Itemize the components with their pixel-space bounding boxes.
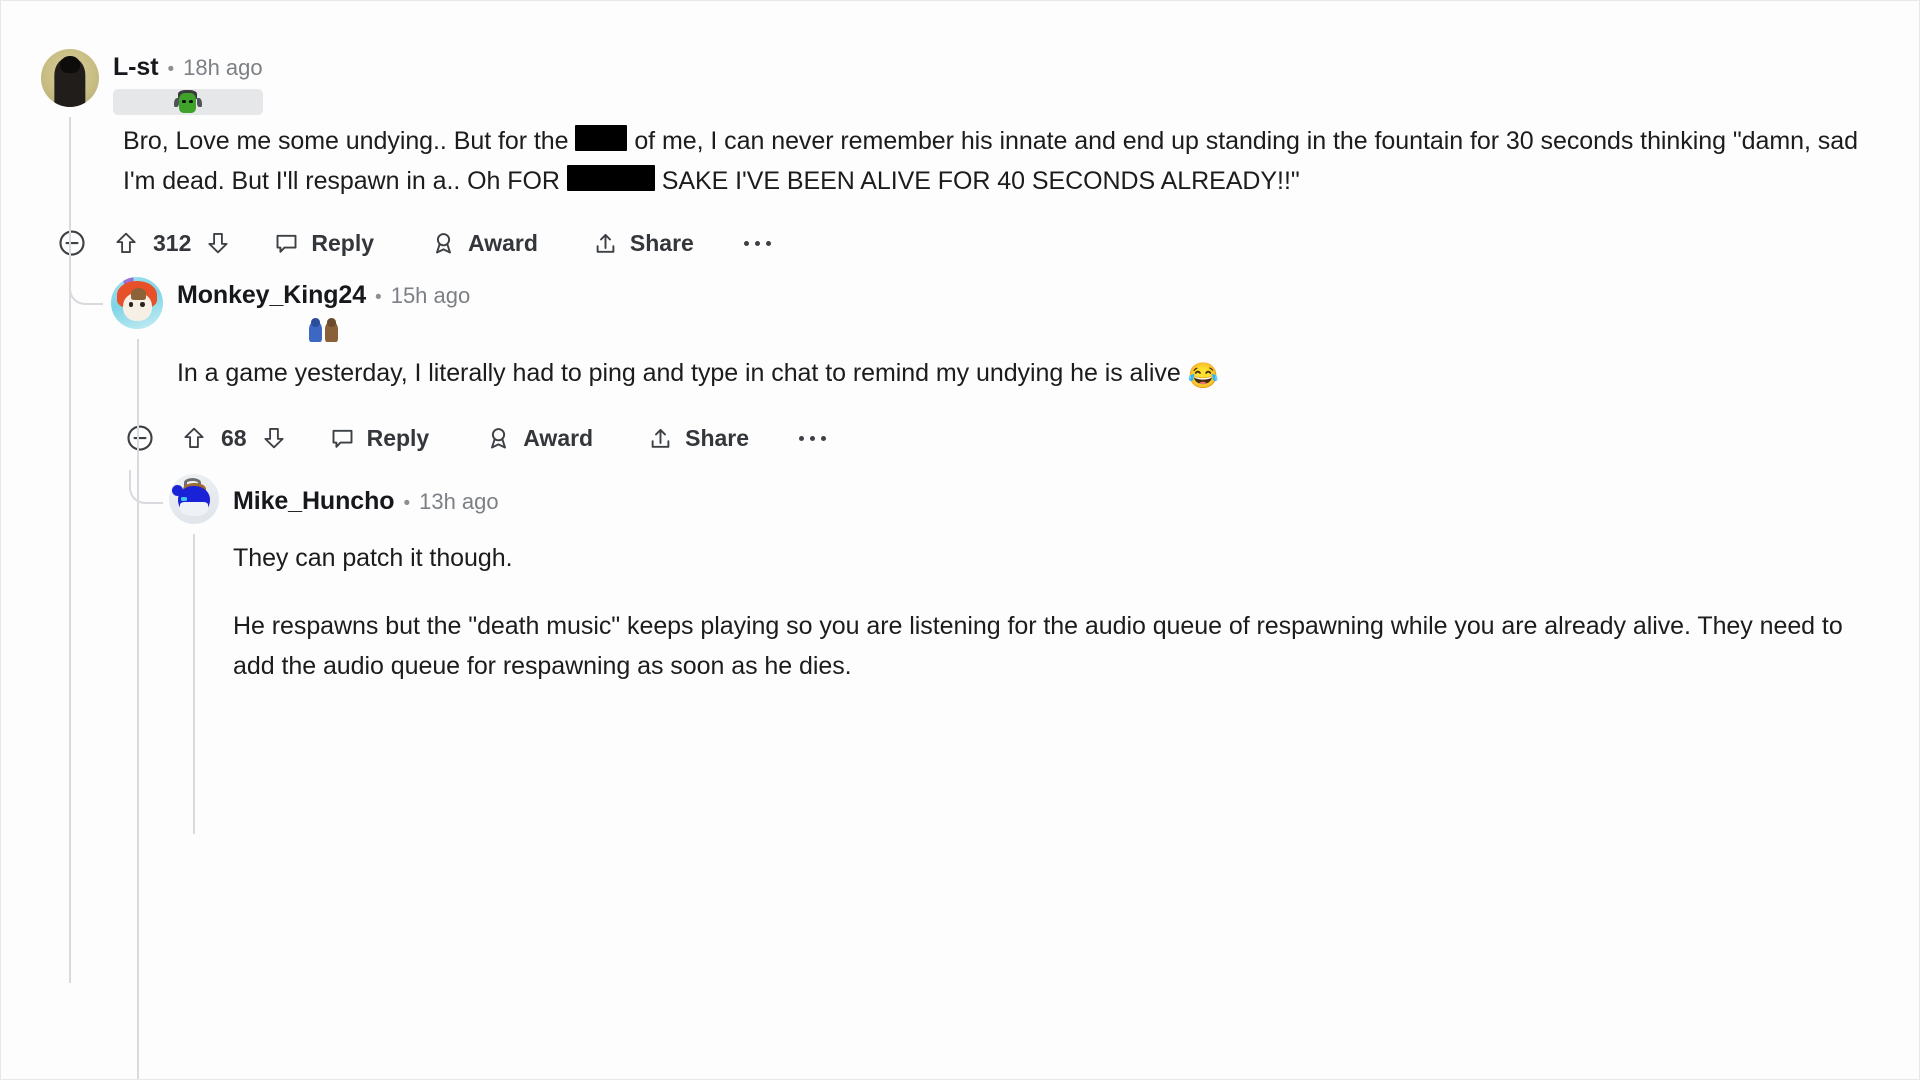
avatar[interactable]: [41, 49, 99, 107]
vote-group: 312: [113, 230, 231, 257]
avatar-hood-shape: [60, 55, 80, 74]
vote-score: 68: [221, 424, 247, 451]
thread-curve-level-3: [129, 470, 163, 504]
comment-header: Mike_Huncho • 13h ago: [169, 474, 1891, 524]
comment-action-bar: 312 Reply Award Share: [57, 217, 1891, 269]
share-label: Share: [629, 229, 694, 256]
meta-separator: •: [403, 492, 411, 514]
redaction-bar: [566, 165, 655, 191]
share-button[interactable]: Share: [647, 425, 749, 452]
avatar-eye-right: [140, 301, 145, 307]
upvote-arrow-icon[interactable]: [113, 230, 139, 256]
share-upload-icon: [592, 230, 619, 257]
award-ribbon-icon: [485, 425, 512, 452]
reply-bubble-icon: [273, 230, 300, 257]
upvote-arrow-icon[interactable]: [181, 425, 207, 451]
comment-mike-huncho: Mike_Huncho • 13h ago They can patch it …: [129, 470, 1891, 834]
comment-timestamp: 13h ago: [419, 488, 499, 514]
collapse-minus-icon[interactable]: [125, 423, 155, 453]
comment-paragraph: In a game yesterday, I literally had to …: [177, 359, 1219, 390]
duo-characters-flair-icon: [177, 317, 470, 343]
more-options-icon[interactable]: [795, 430, 830, 447]
comment-author-username[interactable]: Mike_Huncho: [233, 486, 395, 516]
comment-monkey-king24: Monkey_King24 • 15h ago In a game yester…: [69, 271, 1891, 1079]
reply-button[interactable]: Reply: [273, 230, 374, 257]
avatar-mask-shape: [180, 502, 208, 516]
vote-score: 312: [153, 229, 192, 256]
comment-meta: Mike_Huncho • 13h ago: [233, 483, 499, 516]
avatar-eye-left: [128, 301, 134, 307]
comment-header: L-st • 18h ago: [41, 49, 1891, 115]
award-button[interactable]: Award: [430, 230, 538, 257]
comment-paragraph: He respawns but the "death music" keeps …: [233, 612, 1843, 680]
comment-tree: L-st • 18h ago Bro, Love me some undying…: [41, 49, 1891, 1079]
laughing-emoji: 😂: [1187, 362, 1219, 390]
comment-header: Monkey_King24 • 15h ago: [111, 277, 1891, 343]
collapse-minus-icon[interactable]: [57, 228, 87, 258]
avatar[interactable]: [169, 474, 219, 524]
reply-label: Reply: [311, 229, 375, 256]
comment-paragraph: Bro, Love me some undying.. But for the …: [123, 125, 1858, 195]
thread-curve-level-2: [69, 271, 103, 305]
meta-separator: •: [167, 59, 175, 80]
comment-body: In a game yesterday, I literally had to …: [177, 353, 1891, 396]
comment-timestamp: 15h ago: [390, 283, 471, 308]
comment-body: They can patch it though. He respawns bu…: [233, 538, 1891, 686]
comment-l-st: L-st • 18h ago Bro, Love me some undying…: [41, 49, 1891, 983]
award-label: Award: [468, 229, 538, 256]
avatar-hair-shape: [130, 288, 147, 300]
downvote-arrow-icon[interactable]: [205, 230, 231, 256]
comment-meta: L-st • 18h ago: [113, 49, 263, 82]
comment-action-bar: 68 Reply Award Share: [125, 412, 1891, 464]
award-label: Award: [523, 424, 594, 451]
comment-body: Bro, Love me some undying.. But for the …: [123, 121, 1891, 201]
reply-button[interactable]: Reply: [329, 424, 430, 452]
avatar[interactable]: [111, 277, 163, 329]
reply-bubble-icon: [329, 425, 356, 452]
comment-author-username[interactable]: L-st: [113, 52, 159, 82]
more-options-icon[interactable]: [740, 235, 775, 252]
thread-line-level-3[interactable]: [193, 534, 195, 834]
vote-group: 68: [181, 425, 287, 452]
reply-label: Reply: [366, 424, 430, 451]
thread-line-level-1[interactable]: [69, 117, 71, 983]
share-button[interactable]: Share: [592, 230, 694, 257]
award-ribbon-icon: [430, 230, 457, 257]
award-button[interactable]: Award: [485, 425, 593, 452]
comment-author-username[interactable]: Monkey_King24: [177, 280, 366, 310]
thread-line-level-2[interactable]: [137, 339, 139, 1079]
reddit-comment-thread-screenshot: L-st • 18h ago Bro, Love me some undying…: [0, 0, 1920, 1080]
comment-timestamp: 18h ago: [183, 55, 263, 80]
comment-meta: Monkey_King24 • 15h ago: [177, 277, 470, 310]
share-label: Share: [685, 424, 750, 451]
avatar-visor-shape: [181, 496, 187, 501]
meta-separator: •: [375, 287, 382, 308]
downvote-arrow-icon[interactable]: [261, 425, 287, 451]
comment-paragraph: They can patch it though.: [233, 544, 513, 572]
redaction-bar: [575, 125, 628, 151]
share-upload-icon: [647, 425, 674, 452]
orc-flair-icon: [113, 89, 263, 115]
